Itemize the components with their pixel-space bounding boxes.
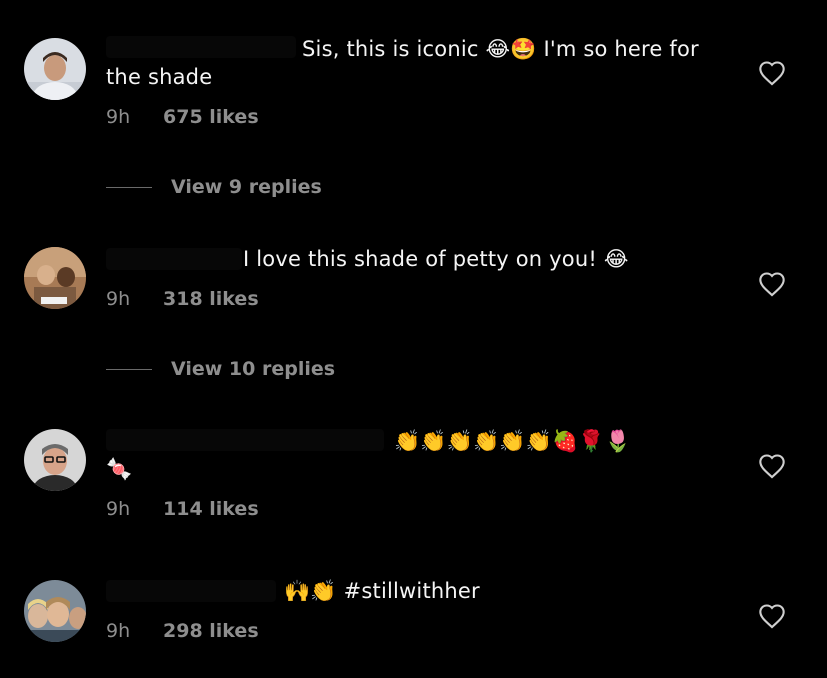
like-heart-icon[interactable] xyxy=(758,60,786,86)
comment-text: I love this shade of petty on you! 😂 xyxy=(243,247,629,271)
avatar[interactable] xyxy=(24,580,86,642)
view-replies-button[interactable]: View 10 replies xyxy=(106,357,335,381)
view-replies-label: View 10 replies xyxy=(171,358,336,380)
comment-item: Sis, this is iconic 😂🤩 I'm so here for t… xyxy=(0,0,827,200)
replies-divider xyxy=(106,186,152,188)
like-heart-icon[interactable] xyxy=(758,271,786,297)
comment-text: 👏👏👏👏👏👏🍓🌹🌷 🍬 xyxy=(106,429,632,481)
likes-count[interactable]: 114 likes xyxy=(163,498,259,520)
like-heart-icon[interactable] xyxy=(758,453,786,479)
avatar[interactable] xyxy=(24,38,86,100)
view-replies-label: View 9 replies xyxy=(171,176,322,198)
comment-time: 9h xyxy=(106,620,131,642)
comment-time: 9h xyxy=(106,288,131,310)
likes-count[interactable]: 298 likes xyxy=(163,620,259,642)
comment-meta: 9h 298 likes xyxy=(106,619,259,643)
comment-text: Sis, this is iconic 😂🤩 I'm so here for t… xyxy=(106,37,706,89)
comment-time: 9h xyxy=(106,498,131,520)
comment-text: 🙌👏 #stillwithher xyxy=(284,579,480,603)
avatar[interactable] xyxy=(24,429,86,491)
replies-divider xyxy=(106,368,152,370)
likes-count[interactable]: 675 likes xyxy=(163,106,259,128)
comment-meta: 9h 114 likes xyxy=(106,497,259,521)
view-replies-button[interactable]: View 9 replies xyxy=(106,175,322,199)
comment-time: 9h xyxy=(106,106,131,128)
avatar[interactable] xyxy=(24,247,86,309)
likes-count[interactable]: 318 likes xyxy=(163,288,259,310)
comment-meta: 9h 675 likes xyxy=(106,105,259,129)
comment-meta: 9h 318 likes xyxy=(106,287,259,311)
like-heart-icon[interactable] xyxy=(758,603,786,629)
